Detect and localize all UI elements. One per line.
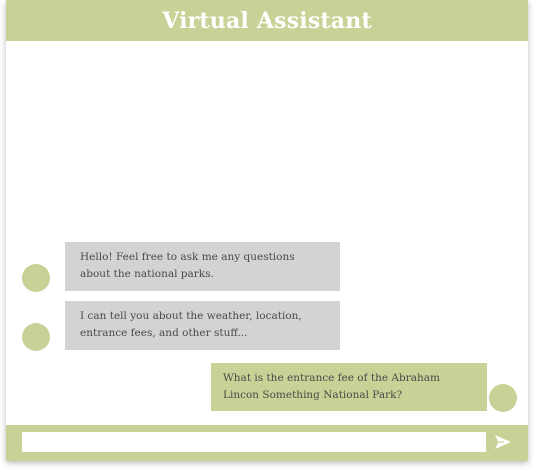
send-button[interactable] bbox=[492, 431, 514, 453]
chat-widget: Virtual Assistant Hello! Feel free to as… bbox=[6, 0, 528, 461]
assistant-avatar bbox=[22, 323, 50, 351]
message-input[interactable] bbox=[22, 432, 486, 452]
chat-title: Virtual Assistant bbox=[162, 7, 372, 34]
chat-header: Virtual Assistant bbox=[6, 0, 528, 41]
user-avatar bbox=[489, 384, 517, 412]
assistant-message: I can tell you about the weather, locati… bbox=[65, 301, 340, 350]
message-list: Hello! Feel free to ask me any questions… bbox=[6, 41, 528, 425]
user-message: What is the entrance fee of the Abraham … bbox=[211, 363, 487, 411]
assistant-message: Hello! Feel free to ask me any questions… bbox=[65, 242, 340, 291]
send-icon bbox=[495, 435, 511, 449]
assistant-avatar bbox=[22, 264, 50, 292]
composer-bar bbox=[6, 425, 528, 461]
